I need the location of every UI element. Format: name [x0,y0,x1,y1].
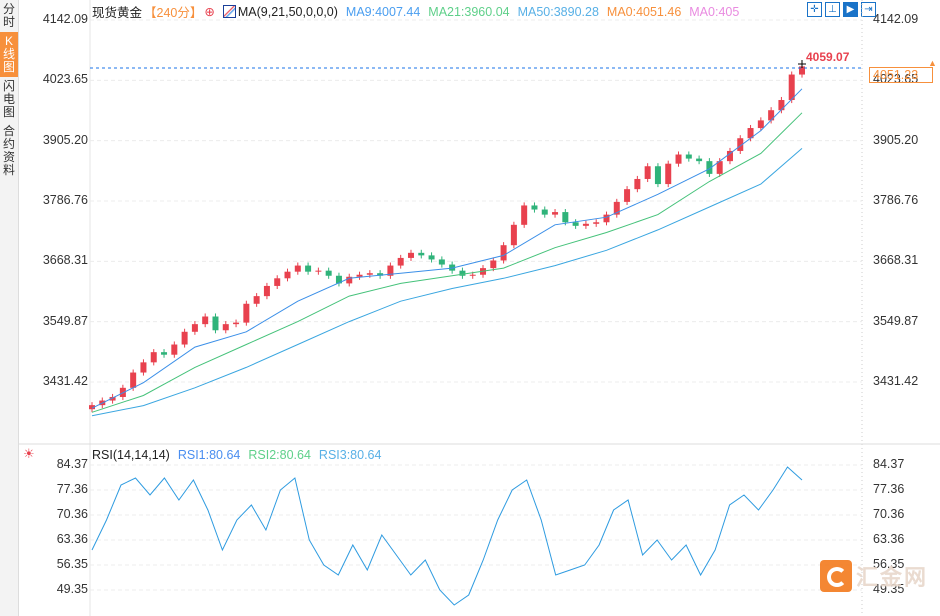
scroll-up-icon[interactable]: ▲ [928,58,937,68]
logo-icon [820,560,852,592]
candle-body [222,324,229,331]
candle-body [366,273,373,275]
candle-body [685,154,692,159]
candle-body [397,257,404,266]
candle-body [315,270,322,272]
candle-body [469,274,476,276]
candle-body [356,274,363,277]
candle-body [654,166,661,185]
logo-text: 汇金网 [856,565,929,590]
candle-body [593,222,600,224]
candle-body [418,252,425,256]
candle-body [161,352,168,355]
watermark-logo: 汇金网 [820,560,928,592]
candle-body [510,224,517,246]
candle-body [233,322,240,325]
rsi-line [91,466,803,606]
ma50-line [91,148,803,417]
candle-body [490,260,497,269]
candle-body [778,100,785,111]
candle-body [171,344,178,355]
candle-body [253,296,260,304]
candle-body [428,255,435,260]
candle-body [768,110,775,121]
candle-body [757,120,764,129]
candle-body [140,362,147,373]
candle-body [212,316,219,331]
candle-body [634,178,641,190]
candle-body [202,316,209,325]
candle-body [263,285,270,297]
candle-body [788,74,795,101]
candle-body [582,223,589,226]
candle-body [294,265,301,272]
candle-body [521,205,528,225]
candle-body [665,163,672,185]
chart-canvas[interactable] [0,0,940,616]
candle-body [305,265,312,272]
candle-body [500,245,507,261]
candle-body [572,222,579,226]
candle-body [552,212,559,215]
candle-body [181,331,188,345]
last-price-box: 4051.23 [869,67,933,83]
ma21-line [91,112,803,413]
candle-body [541,209,548,215]
ma9-line [91,88,803,409]
candle-body [624,189,631,202]
candle-body [150,352,157,363]
candle-body [274,278,281,286]
candle-body [562,212,569,223]
candle-body [407,252,414,258]
candle-body [284,271,291,279]
candle-body [325,270,332,276]
candle-body [531,205,538,210]
candle-body [191,324,198,332]
candle-body [130,372,137,388]
candle-body [438,259,445,265]
candle-body [243,303,250,323]
candle-body [696,158,703,162]
candle-body [644,166,651,179]
candle-body [675,154,682,164]
high-marker-label: 4059.07 [806,50,850,64]
